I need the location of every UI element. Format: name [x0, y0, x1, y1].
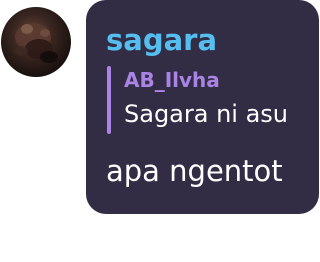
reply-text: Sagara ni asu — [124, 100, 289, 128]
message-bubble: sagara AB_Ilvha Sagara ni asu apa ngento… — [86, 0, 319, 214]
reply-author: AB_Ilvha — [124, 68, 220, 92]
sender-name[interactable]: sagara — [106, 20, 217, 60]
user-avatar-icon — [14, 23, 58, 63]
reply-quote[interactable]: AB_Ilvha Sagara ni asu — [107, 66, 312, 134]
message-text: apa ngentot — [106, 154, 283, 188]
reply-accent-bar — [107, 66, 111, 134]
avatar[interactable] — [1, 7, 71, 77]
